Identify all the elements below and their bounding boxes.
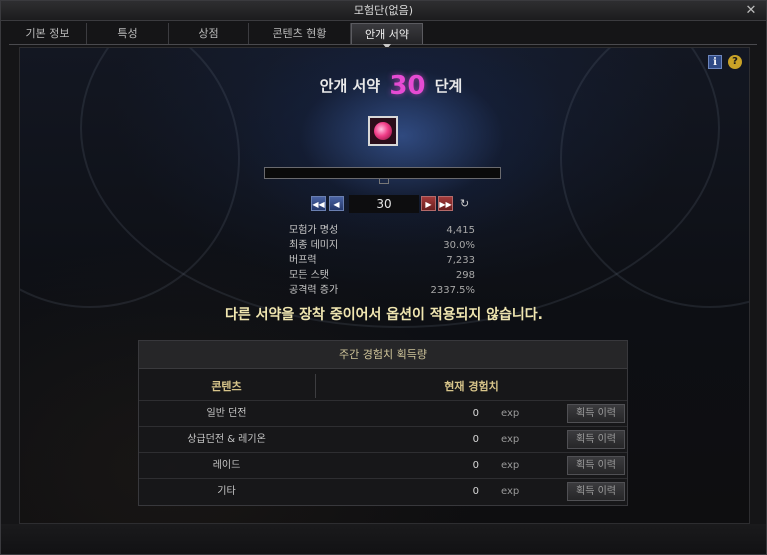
window-bottom-bar — [1, 524, 766, 554]
column-header-content: 콘텐츠 — [211, 380, 242, 393]
stat-row: 최종 데미지 30.0% — [289, 238, 475, 253]
pact-level-title: 안개 서약 30 단계 — [301, 69, 481, 103]
table-row: 레이드 0 exp 획득 이력 — [139, 452, 627, 478]
tab-traits[interactable]: 특성 — [87, 23, 169, 44]
table-row: 상급던전 & 레기온 0 exp 획득 이력 — [139, 426, 627, 452]
prev-level-button[interactable]: ◀ — [329, 196, 344, 211]
exp-unit: exp — [501, 434, 520, 445]
stat-value: 298 — [455, 270, 475, 281]
pact-title-prefix: 안개 서약 — [319, 77, 381, 95]
first-level-button[interactable]: ◀◀ — [311, 196, 326, 211]
exp-unit: exp — [501, 460, 520, 471]
stat-label: 버프력 — [289, 255, 317, 266]
stat-label: 공격력 증가 — [289, 285, 339, 296]
window-title: 모험단(없음) — [353, 4, 414, 17]
adventure-team-window: 모험단(없음) ✕ 기본 정보 특성 상점 콘텐츠 현황 안개 서약 i ? 안… — [0, 0, 767, 555]
column-header-current-exp: 현재 경험치 — [444, 380, 499, 393]
weekly-exp-table: 주간 경험치 획득량 콘텐츠 현재 경험치 일반 던전 0 exp 획득 이력 … — [138, 340, 628, 506]
table-row: 기타 0 exp 획득 이력 — [139, 478, 627, 504]
pact-level-number: 30 — [389, 71, 426, 101]
history-button[interactable]: 획득 이력 — [567, 456, 625, 475]
exp-unit: exp — [501, 486, 520, 497]
pact-emblem-slot[interactable] — [368, 116, 398, 146]
help-icon[interactable]: ? — [728, 55, 742, 69]
tab-basic-info[interactable]: 기본 정보 — [9, 23, 87, 44]
exp-value: 0 — [472, 460, 479, 471]
exp-unit: exp — [501, 408, 520, 419]
pact-orb-icon — [374, 122, 392, 140]
level-stepper: ◀◀ ◀ 30 ▶ ▶▶ ↻ — [311, 195, 471, 213]
history-button[interactable]: 획득 이력 — [567, 404, 625, 423]
tab-mist-pact[interactable]: 안개 서약 — [351, 23, 423, 49]
close-icon[interactable]: ✕ — [744, 1, 758, 21]
stat-row: 버프력 7,233 — [289, 253, 475, 268]
stat-row: 모든 스탯 298 — [289, 268, 475, 283]
stat-value: 7,233 — [446, 255, 475, 266]
stat-value: 4,415 — [446, 225, 475, 236]
exp-table-title: 주간 경험치 획득량 — [139, 341, 627, 369]
exp-value: 0 — [472, 408, 479, 419]
next-level-button[interactable]: ▶ — [421, 196, 436, 211]
pact-warning-message: 다른 서약을 장착 중이어서 옵션이 적용되지 않습니다. — [225, 307, 543, 323]
pact-progress-bar — [264, 167, 501, 179]
progress-marker — [379, 179, 389, 184]
history-button[interactable]: 획득 이력 — [567, 430, 625, 449]
exp-value: 0 — [472, 486, 479, 497]
stat-label: 최종 데미지 — [289, 240, 339, 251]
history-button[interactable]: 획득 이력 — [567, 482, 625, 501]
stat-value: 2337.5% — [430, 285, 476, 296]
content-name: 일반 던전 — [206, 408, 247, 419]
window-titlebar[interactable]: 모험단(없음) ✕ — [1, 1, 766, 21]
stat-label: 모험가 명성 — [289, 225, 339, 236]
refresh-icon[interactable]: ↻ — [460, 195, 472, 213]
info-icon[interactable]: i — [708, 55, 722, 69]
tab-bar: 기본 정보 특성 상점 콘텐츠 현황 안개 서약 — [9, 23, 757, 49]
last-level-button[interactable]: ▶▶ — [438, 196, 453, 211]
stat-row: 공격력 증가 2337.5% — [289, 283, 475, 298]
table-row: 일반 던전 0 exp 획득 이력 — [139, 400, 627, 426]
stat-value: 30.0% — [443, 240, 475, 251]
pact-title-suffix: 단계 — [434, 77, 463, 95]
stat-label: 모든 스탯 — [289, 270, 329, 281]
content-name: 기타 — [217, 486, 236, 497]
tab-shop[interactable]: 상점 — [169, 23, 249, 44]
content-name: 레이드 — [212, 460, 241, 471]
exp-value: 0 — [472, 434, 479, 445]
level-value: 30 — [349, 195, 419, 213]
pact-stats: 모험가 명성 4,415 최종 데미지 30.0% 버프력 7,233 모든 스… — [289, 223, 475, 298]
content-name: 상급던전 & 레기온 — [187, 434, 266, 445]
stat-row: 모험가 명성 4,415 — [289, 223, 475, 238]
tab-content-status[interactable]: 콘텐츠 현황 — [249, 23, 351, 44]
